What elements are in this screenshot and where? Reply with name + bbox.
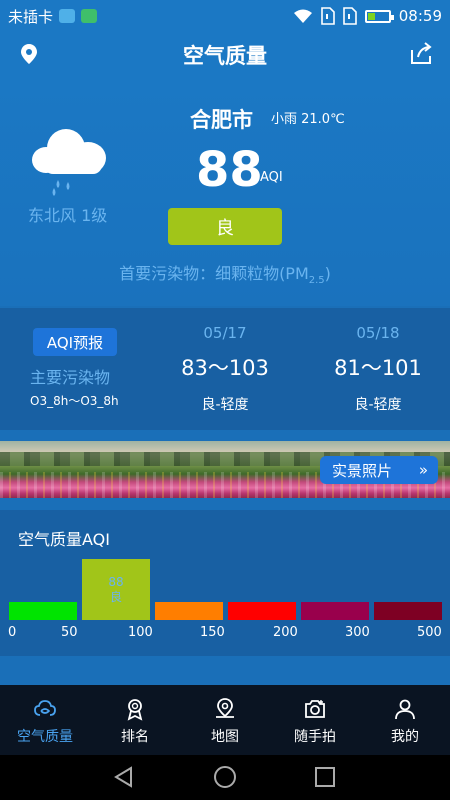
- recents-icon[interactable]: [314, 766, 336, 788]
- tab-label: 我的: [391, 729, 419, 745]
- ranking-medal-icon: [127, 699, 143, 721]
- scene-photos-label: 实景照片: [332, 461, 393, 480]
- forecast-pollutant-label: 主要污染物: [30, 368, 111, 387]
- aqi-segment-moderate: [228, 602, 296, 620]
- app-header: 空气质量: [0, 32, 450, 78]
- tab-label: 空气质量: [17, 729, 73, 745]
- tab-label: 地图: [211, 729, 239, 745]
- aqi-tick: 50: [61, 625, 78, 640]
- forecast-day: 05/18 81～101 良-轻度: [318, 324, 438, 414]
- status-bar: 未插卡 08:59: [0, 0, 450, 32]
- cloud-rain-icon: [32, 129, 106, 196]
- aqi-scale-panel: 空气质量AQI 88 良 0 50 100 150 200 300 500: [0, 510, 450, 656]
- aqi-tick: 100: [128, 625, 153, 640]
- aqi-value: 88: [196, 142, 263, 198]
- clock: 08:59: [398, 7, 442, 25]
- user-icon: [395, 699, 415, 720]
- forecast-level: 良-轻度: [354, 397, 402, 413]
- aqi-scale-current-level: 良: [109, 589, 122, 604]
- aqi-unit: AQI: [260, 170, 283, 185]
- sim-slot-icon: [320, 7, 335, 25]
- sim-slot-icon-2: [342, 7, 357, 25]
- tab-profile[interactable]: 我的: [360, 685, 450, 755]
- home-icon[interactable]: [213, 766, 237, 788]
- aqi-segment-good: 88 良: [82, 559, 150, 620]
- forecast-date: 05/17: [203, 324, 247, 342]
- map-pin-icon: [216, 698, 234, 718]
- aqi-segment-heavy: [301, 602, 369, 620]
- aqi-tick: 300: [345, 625, 370, 640]
- carrier-label: 未插卡: [8, 7, 54, 26]
- battery-icon: [364, 9, 394, 23]
- aqi-segment-light: [155, 602, 223, 620]
- tab-snapshot[interactable]: 随手拍: [270, 685, 360, 755]
- tab-map[interactable]: 地图: [180, 685, 270, 755]
- wifi-icon: [293, 9, 312, 23]
- forecast-date: 05/18: [356, 324, 400, 342]
- forecast-level: 良-轻度: [201, 397, 249, 413]
- tab-label: 排名: [121, 729, 149, 745]
- system-nav-bar: [0, 755, 450, 800]
- scene-photos-button[interactable]: 实景照片 »: [320, 456, 438, 484]
- tab-label: 随手拍: [294, 729, 336, 745]
- forecast-pollutant-value: O3_8h～O3_8h: [30, 394, 119, 408]
- double-chevron-right-icon: »: [418, 461, 428, 479]
- city-name[interactable]: 合肥市: [190, 104, 253, 134]
- page-title: 空气质量: [183, 44, 267, 68]
- share-icon[interactable]: [408, 40, 434, 66]
- aqi-scale-current-value: 88: [108, 574, 124, 589]
- back-icon[interactable]: [113, 766, 135, 788]
- tab-ranking[interactable]: 排名: [90, 685, 180, 755]
- aqi-forecast-panel: AQI预报 主要污染物 O3_8h～O3_8h 05/17 83～103 良-轻…: [0, 308, 450, 430]
- forecast-range: 83～103: [181, 356, 269, 380]
- aqi-segment-excellent: [9, 602, 77, 620]
- forecast-range: 81～101: [334, 356, 422, 380]
- forecast-day: 05/17 83～103 良-轻度: [165, 324, 285, 414]
- weather-summary: 小雨 21.0℃: [271, 112, 345, 127]
- aqi-tick: 500: [417, 625, 442, 640]
- gallery-notification-icon: [59, 9, 76, 23]
- aqi-tick: 200: [273, 625, 298, 640]
- aqi-tick: 150: [200, 625, 225, 640]
- app-notification-icon: [81, 9, 98, 23]
- scene-photo-banner[interactable]: 实景照片 »: [0, 441, 450, 498]
- tab-air-quality[interactable]: 空气质量: [0, 685, 90, 755]
- aqi-level-badge[interactable]: 良: [168, 208, 282, 245]
- aqi-forecast-badge[interactable]: AQI预报: [33, 328, 117, 356]
- bottom-tab-bar: 空气质量 排名 地图 随手拍 我的: [0, 685, 450, 755]
- air-quality-icon: [34, 700, 56, 716]
- aqi-scale-title: 空气质量AQI: [18, 530, 110, 549]
- aqi-tick: 0: [8, 625, 17, 640]
- wind-label: 东北风 1级: [28, 206, 108, 225]
- current-aqi-panel: 东北风 1级 合肥市 小雨 21.0℃ 88 AQI 良 首要污染物：细颗粒物(…: [0, 78, 450, 306]
- aqi-segment-severe: [374, 602, 442, 620]
- primary-pollutant: 首要污染物：细颗粒物(PM2.5): [119, 264, 331, 287]
- camera-icon: [305, 700, 325, 718]
